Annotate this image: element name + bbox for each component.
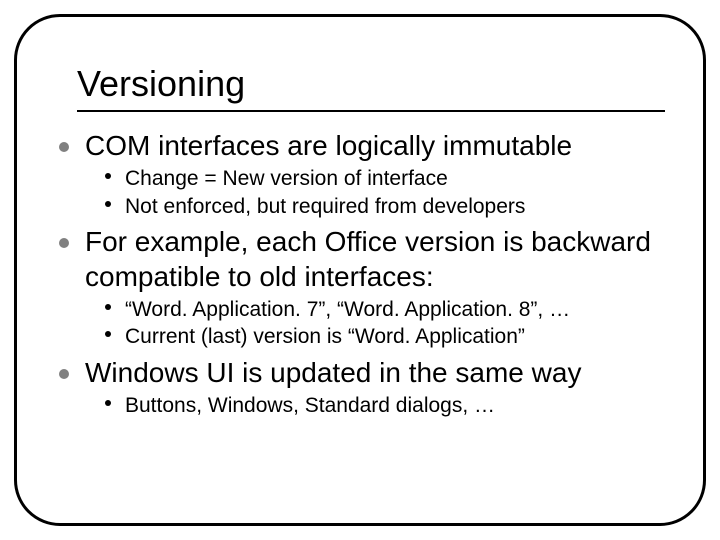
sub-bullet-list: Buttons, Windows, Standard dialogs, … — [85, 392, 669, 419]
sub-bullet-list: “Word. Application. 7”, “Word. Applicati… — [85, 296, 669, 351]
sub-bullet-item: Buttons, Windows, Standard dialogs, … — [105, 392, 669, 419]
bullet-item: COM interfaces are logically immutable C… — [55, 128, 669, 220]
bullet-item: For example, each Office version is back… — [55, 224, 669, 351]
sub-bullet-text: Change = New version of interface — [125, 167, 448, 190]
sub-bullet-list: Change = New version of interface Not en… — [85, 165, 669, 220]
bullet-text: For example, each Office version is back… — [85, 224, 669, 294]
sub-bullet-item: Current (last) version is “Word. Applica… — [105, 323, 669, 350]
sub-bullet-text: “Word. Application. 7”, “Word. Applicati… — [125, 298, 570, 321]
slide-title: Versioning — [77, 63, 665, 104]
sub-bullet-item: Not enforced, but required from develope… — [105, 193, 669, 220]
slide-frame: Versioning COM interfaces are logically … — [14, 14, 706, 526]
title-block: Versioning — [77, 63, 665, 112]
bullet-item: Windows UI is updated in the same way Bu… — [55, 355, 669, 419]
bullet-text: COM interfaces are logically immutable — [85, 128, 669, 163]
sub-bullet-text: Not enforced, but required from develope… — [125, 195, 525, 218]
sub-bullet-text: Buttons, Windows, Standard dialogs, … — [125, 394, 495, 417]
title-underline — [77, 110, 665, 112]
sub-bullet-text: Current (last) version is “Word. Applica… — [125, 325, 525, 348]
sub-bullet-item: “Word. Application. 7”, “Word. Applicati… — [105, 296, 669, 323]
slide: Versioning COM interfaces are logically … — [0, 0, 720, 540]
bullet-list: COM interfaces are logically immutable C… — [51, 128, 669, 418]
bullet-text: Windows UI is updated in the same way — [85, 355, 669, 390]
sub-bullet-item: Change = New version of interface — [105, 165, 669, 192]
